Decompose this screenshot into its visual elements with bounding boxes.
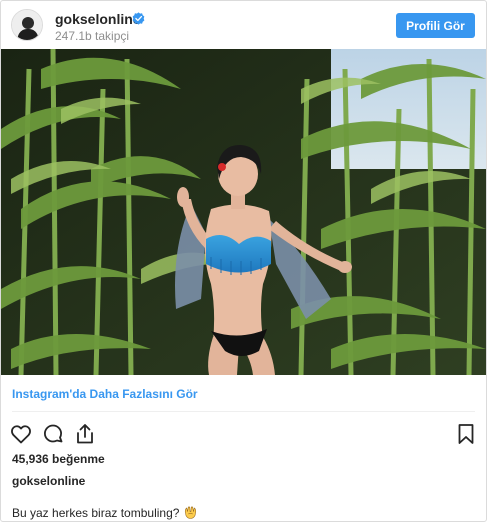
share-icon[interactable] <box>73 422 97 446</box>
post-header: gokselonline 247.1b takipçi Profili Gör <box>1 1 486 49</box>
heart-icon[interactable] <box>9 422 33 446</box>
caption-username[interactable]: gokselonline <box>12 474 85 488</box>
caption-text: Bu yaz herkes biraz tombuling? <box>12 506 180 520</box>
view-profile-button[interactable]: Profili Gör <box>396 13 475 38</box>
view-more-on-instagram-link[interactable]: Instagram'da Daha Fazlasını Gör <box>12 387 198 401</box>
bookmark-icon[interactable] <box>454 422 478 446</box>
post-caption: Bu yaz herkes biraz tombuling? <box>12 505 198 520</box>
verified-badge-icon <box>132 12 145 25</box>
post-photo[interactable] <box>1 49 486 375</box>
divider <box>12 411 475 412</box>
instagram-embed-card: gokselonline 247.1b takipçi Profili Gör <box>0 0 487 522</box>
avatar[interactable] <box>11 9 43 41</box>
header-username[interactable]: gokselonline <box>55 11 141 27</box>
post-actions <box>1 419 486 447</box>
post-image <box>1 49 486 375</box>
raised-hands-emoji <box>185 506 197 519</box>
comment-icon[interactable] <box>41 422 65 446</box>
like-count[interactable]: 45,936 beğenme <box>12 452 105 466</box>
avatar-image <box>12 10 42 40</box>
follower-count: 247.1b takipçi <box>55 29 130 43</box>
